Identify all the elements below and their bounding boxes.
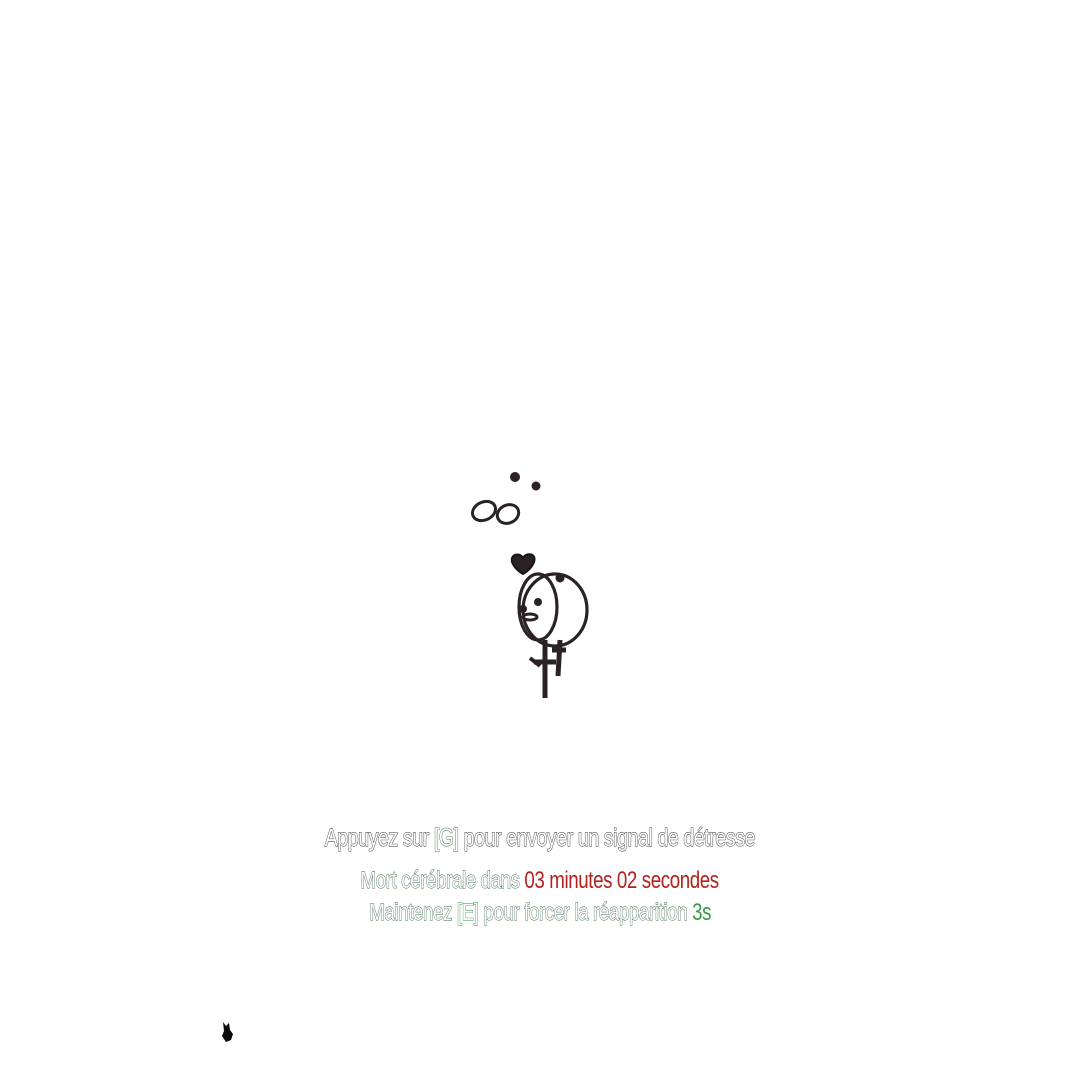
cursor-icon [222, 1022, 233, 1042]
respawn-key-hint: [E] [456, 899, 479, 927]
respawn-hold-seconds: 3s [691, 899, 711, 926]
jewelry-pile-icon [470, 472, 589, 698]
respawn-middle: pour forcer la réapparition [483, 899, 688, 927]
distress-key-hint: [G] [433, 824, 460, 853]
respawn-prefix: Maintenez [369, 899, 453, 927]
game-viewport: Appuyez sur [G] pour envoyer un signal d… [0, 0, 1080, 1080]
brain-death-timer: 03 minutes 02 secondes [524, 867, 720, 894]
force-respawn-prompt: Maintenez [E] pour forcer la réapparitio… [0, 899, 1080, 927]
distress-signal-prompt: Appuyez sur [G] pour envoyer un signal d… [0, 824, 1080, 853]
brain-death-countdown: Mort cérébrale dans 03 minutes 02 second… [0, 867, 1080, 895]
distress-prefix: Appuyez sur [324, 824, 429, 853]
brain-death-prefix: Mort cérébrale dans [360, 867, 521, 895]
distress-suffix: pour envoyer un signal de détresse [463, 824, 756, 853]
